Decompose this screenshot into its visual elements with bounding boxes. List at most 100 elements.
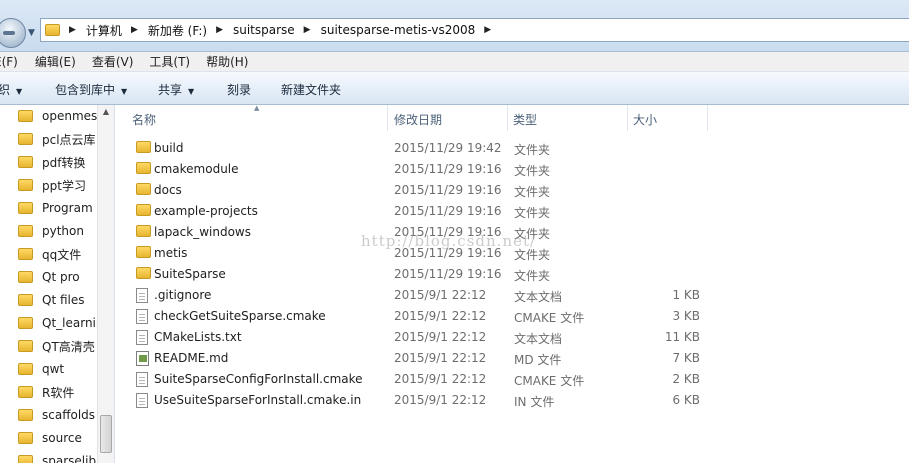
new-folder-button[interactable]: 新建文件夹 — [281, 81, 341, 98]
folder-icon — [136, 141, 151, 153]
file-row[interactable]: README.md 2015/9/1 22:12 MD 文件 7 KB — [116, 348, 716, 369]
nav-item-label: scaffolds — [42, 408, 96, 422]
file-row[interactable]: cmakemodule 2015/11/29 19:16 文件夹 — [116, 159, 716, 180]
folder-icon — [18, 271, 33, 283]
organize-button[interactable]: 织 ▼ — [0, 81, 22, 98]
file-row[interactable]: .gitignore 2015/9/1 22:12 文本文档 1 KB — [116, 285, 716, 306]
nav-item[interactable]: Qt files — [18, 290, 85, 310]
file-name: CMakeLists.txt — [154, 330, 242, 344]
file-row[interactable]: example-projects 2015/11/29 19:16 文件夹 — [116, 201, 716, 222]
file-icon — [136, 309, 148, 324]
nav-item[interactable]: qwt — [18, 359, 64, 379]
column-divider[interactable] — [707, 105, 708, 131]
folder-icon — [136, 246, 151, 258]
menu-help[interactable]: 帮助(H) — [206, 53, 248, 70]
breadcrumb-current-folder[interactable]: suitesparse-metis-vs2008 — [321, 23, 476, 37]
address-bar[interactable]: ▶ 计算机 ▶ 新加卷 (F:) ▶ suitsparse ▶ suitespa… — [40, 18, 909, 42]
nav-item[interactable]: Program — [18, 198, 93, 218]
file-icon — [136, 372, 148, 387]
file-row[interactable]: SuiteSparseConfigForInstall.cmake 2015/9/… — [116, 369, 716, 390]
file-row[interactable]: UseSuiteSparseForInstall.cmake.in 2015/9/… — [116, 390, 716, 411]
column-header-type[interactable]: 类型 — [513, 111, 537, 128]
sort-ascending-icon: ▲ — [254, 104, 260, 112]
menu-file[interactable]: E(F) — [0, 55, 18, 69]
nav-item[interactable]: scaffolds — [18, 405, 95, 425]
nav-item[interactable]: pcl点云库 — [18, 129, 96, 149]
scrollbar-thumb[interactable] — [100, 415, 112, 453]
nav-item[interactable]: Qt_learnir — [18, 313, 101, 333]
nav-item[interactable]: QT高清壳 — [18, 336, 95, 356]
nav-item-label: sparselib — [42, 454, 97, 463]
breadcrumb-computer[interactable]: 计算机 — [86, 22, 122, 39]
folder-icon — [18, 202, 33, 214]
burn-button[interactable]: 刻录 — [227, 81, 251, 98]
column-header-name[interactable]: 名称 — [132, 111, 156, 128]
folder-icon — [18, 133, 33, 145]
chevron-right-icon[interactable]: ▶ — [304, 25, 311, 35]
nav-item[interactable]: python — [18, 221, 84, 241]
file-date: 2015/9/1 22:12 — [394, 309, 487, 323]
text-file-icon — [136, 288, 148, 303]
file-type: MD 文件 — [514, 353, 562, 367]
file-type: 文件夹 — [514, 164, 551, 178]
menu-tools[interactable]: 工具(T) — [149, 53, 190, 70]
recent-pages-dropdown-icon[interactable]: ▼ — [28, 28, 35, 38]
column-header-size[interactable]: 大小 — [633, 111, 657, 128]
folder-icon — [136, 225, 151, 237]
file-date: 2015/11/29 19:16 — [394, 183, 502, 197]
column-divider[interactable] — [507, 105, 508, 131]
menu-edit[interactable]: 编辑(E) — [35, 53, 76, 70]
file-row[interactable]: CMakeLists.txt 2015/9/1 22:12 文本文档 11 KB — [116, 327, 716, 348]
nav-item-label: Program — [42, 201, 93, 215]
breadcrumb-drive[interactable]: 新加卷 (F:) — [148, 22, 207, 39]
file-row[interactable]: docs 2015/11/29 19:16 文件夹 — [116, 180, 716, 201]
file-name: SuiteSparse — [154, 267, 226, 281]
chevron-right-icon[interactable]: ▶ — [216, 25, 223, 35]
column-divider[interactable] — [627, 105, 628, 131]
file-type: 文本文档 — [514, 332, 563, 346]
chevron-right-icon[interactable]: ▶ — [131, 25, 138, 35]
folder-icon — [18, 317, 33, 329]
command-toolbar: 织 ▼ 包含到库中 ▼ 共享 ▼ 刻录 新建文件夹 — [0, 72, 909, 105]
breadcrumb-suitsparse[interactable]: suitsparse — [233, 23, 295, 37]
column-header-date[interactable]: 修改日期 — [394, 111, 442, 128]
chevron-right-icon[interactable]: ▶ — [484, 25, 491, 35]
nav-item[interactable]: ppt学习 — [18, 175, 86, 195]
nav-item[interactable]: pdf转换 — [18, 152, 85, 172]
nav-item[interactable]: sparselib — [18, 451, 96, 463]
folder-icon — [18, 455, 33, 463]
nav-item[interactable]: openmesl — [18, 106, 101, 126]
nav-item-label: openmesl — [42, 109, 101, 123]
nav-item-label: ppt学习 — [42, 178, 86, 193]
file-type: 文件夹 — [514, 206, 551, 220]
include-library-button[interactable]: 包含到库中 ▼ — [55, 81, 127, 98]
folder-icon — [18, 179, 33, 191]
file-name: build — [154, 141, 184, 155]
share-button[interactable]: 共享 ▼ — [158, 81, 194, 98]
nav-item[interactable]: qq文件 — [18, 244, 81, 264]
nav-item[interactable]: source — [18, 428, 82, 448]
menu-view[interactable]: 查看(V) — [92, 53, 134, 70]
nav-item[interactable]: Qt pro — [18, 267, 80, 287]
file-list: ▲ 名称 修改日期 类型 大小 build 2015/11/29 19:42 文件夹… — [116, 104, 909, 463]
nav-item-label: source — [42, 431, 82, 445]
file-name: SuiteSparseConfigForInstall.cmake — [154, 372, 363, 386]
nav-item-label: qwt — [42, 362, 65, 376]
include-library-label: 包含到库中 — [55, 83, 116, 97]
column-divider[interactable] — [387, 105, 388, 131]
folder-icon — [18, 156, 33, 168]
scroll-up-icon[interactable]: ▲ — [100, 107, 112, 121]
back-button[interactable] — [0, 18, 26, 48]
file-name: README.md — [154, 351, 229, 365]
file-type: 文件夹 — [514, 185, 551, 199]
file-row[interactable]: build 2015/11/29 19:42 文件夹 — [116, 138, 716, 159]
file-row[interactable]: checkGetSuiteSparse.cmake 2015/9/1 22:12 C… — [116, 306, 716, 327]
file-date: 2015/9/1 22:12 — [394, 351, 487, 365]
file-size: 3 KB — [672, 309, 700, 323]
share-label: 共享 — [158, 83, 183, 97]
file-row[interactable]: SuiteSparse 2015/11/29 19:16 文件夹 — [116, 264, 716, 285]
chevron-right-icon[interactable]: ▶ — [69, 25, 76, 35]
file-date: 2015/9/1 22:12 — [394, 372, 487, 386]
nav-item[interactable]: R软件 — [18, 382, 74, 402]
nav-scrollbar[interactable]: ▲ — [97, 105, 114, 463]
